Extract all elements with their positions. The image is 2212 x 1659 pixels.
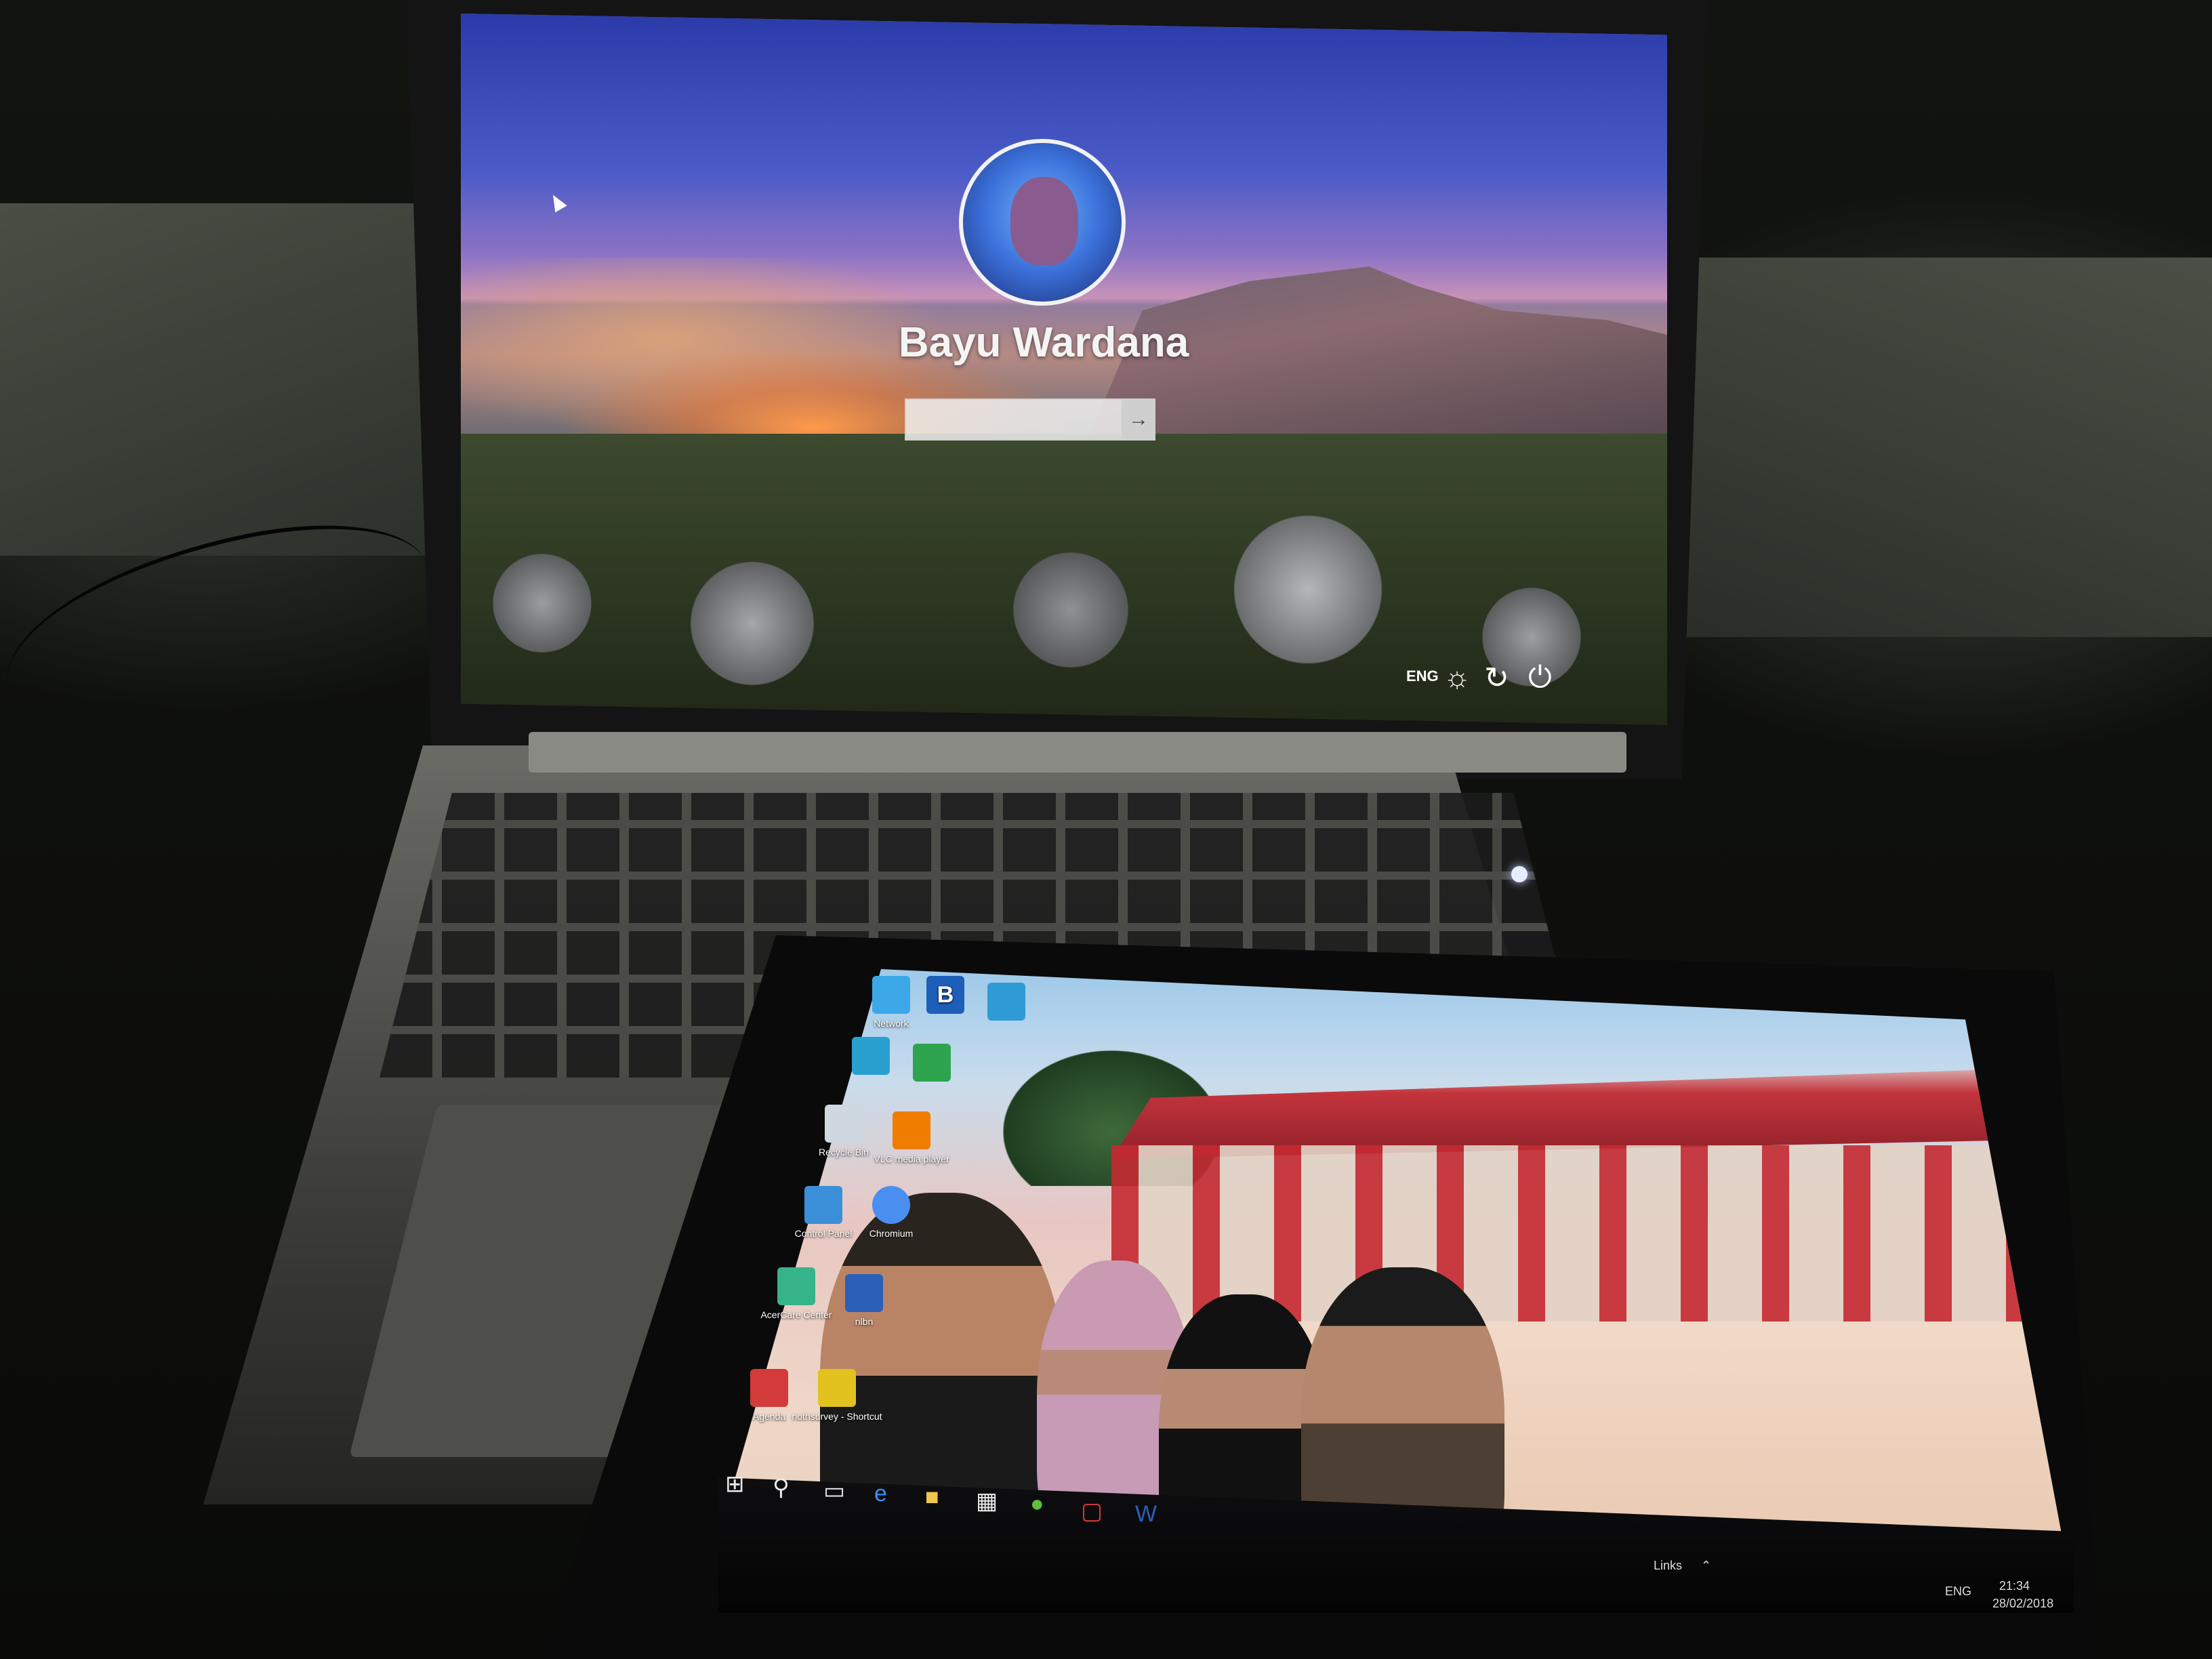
word-icon[interactable]: W — [1135, 1501, 1157, 1528]
desktop-icon-label: Chromium — [869, 1228, 914, 1239]
task-view-icon[interactable]: ▭ — [823, 1477, 845, 1504]
control-panel-icon — [804, 1186, 842, 1224]
chevron-up-icon[interactable]: ⌃ — [1701, 1559, 1711, 1573]
password-input[interactable] — [905, 398, 1155, 441]
calendar-icon — [750, 1369, 788, 1407]
word-doc-icon — [845, 1274, 883, 1312]
ease-of-access-icon[interactable]: ↻ — [1484, 661, 1509, 695]
lock-language-indicator[interactable]: ENG — [1406, 668, 1439, 685]
start-icon[interactable]: ⊞ — [725, 1471, 745, 1498]
search-icon[interactable]: ⚲ — [773, 1474, 790, 1501]
shortcut-icon — [818, 1369, 856, 1407]
desktop-icon-nothsurvey[interactable]: nothsurvey - Shortcut — [786, 1369, 888, 1422]
desktop-icon-app[interactable] — [956, 983, 1057, 1025]
desktop-icon-vlc[interactable]: VLC media player — [861, 1111, 962, 1164]
desktop-icon-label: Agenda — [752, 1411, 786, 1422]
acer-care-icon — [777, 1267, 815, 1305]
user-avatar — [959, 139, 1126, 306]
desk-surface-right — [1681, 258, 2212, 637]
taskbar-date[interactable]: 28/02/2018 — [1992, 1597, 2053, 1611]
file-explorer-icon[interactable]: ■ — [925, 1484, 939, 1511]
desktop-icon-app-3[interactable] — [881, 1044, 983, 1086]
power-indicator-light — [1511, 866, 1528, 882]
desktop-icon-label: nothsurvey - Shortcut — [792, 1411, 882, 1422]
links-toolbar-label[interactable]: Links — [1654, 1559, 1682, 1573]
desktop-icon-label: nlbn — [855, 1316, 874, 1327]
power-icon[interactable]: ⏻ — [1528, 661, 1552, 695]
chromium-icon — [872, 1186, 910, 1224]
lock-screen-user-name: Bayu Wardana — [898, 319, 1189, 366]
network-icon[interactable]: ☼ — [1443, 661, 1471, 695]
app-icon[interactable]: ● — [1030, 1491, 1044, 1517]
desktop-icon-chromium[interactable]: Chromium — [840, 1186, 942, 1239]
edge-icon[interactable]: e — [874, 1481, 887, 1507]
vlc-icon — [893, 1111, 930, 1149]
user-face — [1010, 177, 1078, 265]
laptop-hinge — [529, 732, 1626, 773]
laptop-lock-screen — [461, 14, 1667, 725]
recycle-bin-icon — [825, 1105, 863, 1143]
app-icon — [987, 983, 1025, 1021]
desktop-icon-label: Network — [874, 1018, 909, 1029]
desktop-icon-word-doc[interactable]: nlbn — [813, 1274, 915, 1327]
store-icon[interactable]: ▦ — [976, 1488, 998, 1515]
taskbar-language[interactable]: ENG — [1945, 1584, 1971, 1599]
desk-surface-left — [0, 203, 434, 556]
desktop-icon-label: VLC media player — [874, 1153, 949, 1164]
office-icon[interactable]: ▢ — [1081, 1498, 1103, 1525]
taskbar-time[interactable]: 21:34 — [1999, 1579, 2030, 1593]
temple-roof-scene — [1111, 1067, 2074, 1159]
app-icon — [913, 1044, 951, 1082]
password-submit-arrow-icon[interactable]: → — [1122, 398, 1155, 441]
